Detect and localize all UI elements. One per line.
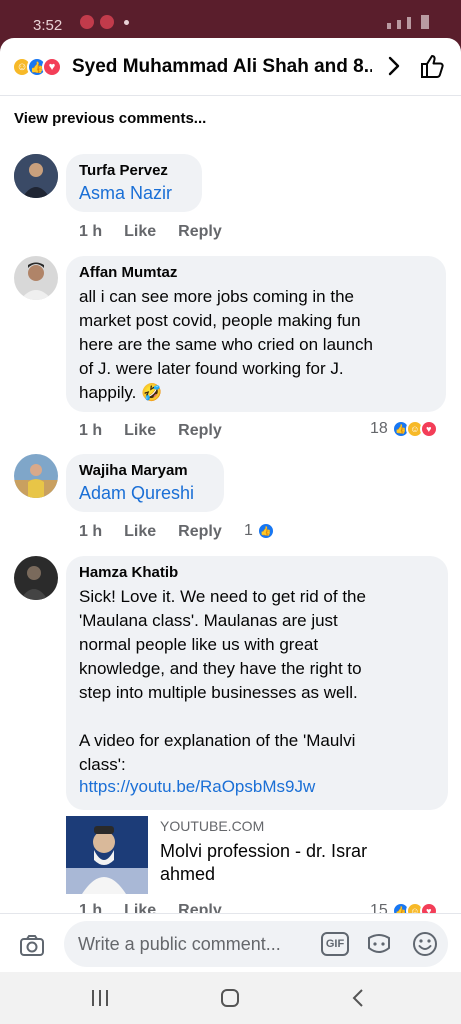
view-previous-comments[interactable]: View previous comments...	[14, 110, 206, 127]
love-icon: ♥	[419, 420, 438, 438]
comment-time: 1 h	[79, 422, 103, 439]
link-preview[interactable]: YOUTUBE.COM Molvi profession - dr. Israr…	[66, 812, 461, 896]
status-time: 3:52	[33, 17, 63, 34]
chevron-right-icon[interactable]	[382, 54, 406, 78]
video-thumbnail	[66, 816, 148, 894]
reactors-title[interactable]: Syed Muhammad Ali Shah and 8...	[72, 56, 372, 78]
comment-bubble[interactable]: Hamza Khatib Sick! Love it. We need to g…	[66, 556, 448, 810]
comment-body: Sick! Love it. We need to get rid of the…	[79, 587, 366, 774]
comment-time: 1 h	[79, 523, 103, 540]
love-icon: ♥	[42, 57, 62, 77]
reply-button[interactable]: Reply	[178, 523, 222, 541]
signal-bar-icon	[397, 20, 401, 29]
commenter-name[interactable]: Wajiha Maryam	[79, 462, 211, 479]
like-post-icon[interactable]	[418, 52, 446, 80]
like-button[interactable]: Like	[124, 523, 156, 541]
comment-actions: 1 h Like Reply	[79, 223, 222, 241]
back-icon[interactable]	[347, 986, 371, 1010]
reaction-count-value: 1	[244, 522, 253, 539]
avatar[interactable]	[14, 454, 58, 498]
notification-icons	[80, 15, 129, 29]
signal-bar-icon	[387, 23, 391, 29]
comment-bubble[interactable]: Wajiha Maryam Adam Qureshi	[66, 454, 224, 512]
sticker-icon[interactable]	[365, 930, 393, 958]
comment-actions: 1 h Like Reply	[79, 523, 222, 541]
more-notifications-icon	[124, 19, 129, 25]
tagged-user[interactable]: Asma Nazir	[79, 183, 189, 204]
notification-icon	[80, 15, 94, 29]
signal-bar-icon	[407, 17, 411, 29]
battery-icon	[421, 15, 429, 29]
comment-input[interactable]: Write a public comment... GIF	[64, 921, 448, 967]
avatar-photo	[14, 256, 58, 300]
comment-placeholder: Write a public comment...	[78, 934, 281, 954]
comment-body: all i can see more jobs coming in the ma…	[79, 287, 373, 402]
comment-text: all i can see more jobs coming in the ma…	[79, 285, 433, 405]
comment-link[interactable]: https://youtu.be/RaOpsbMs9Jw	[79, 777, 435, 797]
commenter-name[interactable]: Hamza Khatib	[79, 564, 435, 581]
comments-header: ☺ 👍 ♥ Syed Muhammad Ali Shah and 8...	[0, 38, 461, 96]
avatar-photo	[14, 556, 58, 600]
comment-time: 1 h	[79, 223, 103, 240]
avatar-photo	[14, 154, 58, 198]
reaction-count-value: 18	[370, 420, 388, 437]
comments-sheet: ☺ 👍 ♥ Syed Muhammad Ali Shah and 8... Vi…	[0, 38, 461, 1024]
reaction-icons: 👍	[256, 522, 275, 540]
commenter-name[interactable]: Affan Mumtaz	[79, 264, 433, 281]
home-icon[interactable]	[218, 986, 242, 1010]
reaction-count[interactable]: 18 👍 ☺ ♥	[370, 420, 438, 438]
like-icon: 👍	[256, 522, 275, 540]
signal-icons	[387, 15, 429, 29]
gif-button[interactable]: GIF	[321, 932, 349, 956]
avatar[interactable]	[14, 256, 58, 300]
avatar-photo	[14, 454, 58, 498]
like-button[interactable]: Like	[124, 223, 156, 241]
reaction-count[interactable]: 1 👍	[244, 522, 275, 540]
avatar[interactable]	[14, 556, 58, 600]
comment-composer: Write a public comment... GIF	[0, 913, 461, 975]
like-button[interactable]: Like	[124, 422, 156, 440]
avatar[interactable]	[14, 154, 58, 198]
preview-title: Molvi profession - dr. Israr ahmed	[160, 841, 368, 884]
thumbnail-image	[66, 816, 148, 894]
recent-apps-icon[interactable]	[88, 986, 112, 1010]
reply-button[interactable]: Reply	[178, 223, 222, 241]
comment-actions: 1 h Like Reply	[79, 422, 222, 440]
comment-bubble[interactable]: Turfa Pervez Asma Nazir	[66, 154, 202, 212]
camera-icon[interactable]	[18, 931, 46, 959]
notification-icon	[100, 15, 114, 29]
rofl-emoji: 🤣	[141, 383, 163, 402]
tagged-user[interactable]: Adam Qureshi	[79, 483, 211, 504]
status-bar: 3:52	[0, 0, 461, 40]
reaction-summary[interactable]: ☺ 👍 ♥	[12, 57, 62, 77]
commenter-name[interactable]: Turfa Pervez	[79, 162, 189, 179]
emoji-icon[interactable]	[411, 930, 439, 958]
preview-domain: YOUTUBE.COM	[160, 818, 265, 834]
reply-button[interactable]: Reply	[178, 422, 222, 440]
comment-bubble[interactable]: Affan Mumtaz all i can see more jobs com…	[66, 256, 446, 412]
reaction-icons: 👍 ☺ ♥	[391, 420, 438, 438]
system-nav-bar	[0, 972, 461, 1024]
